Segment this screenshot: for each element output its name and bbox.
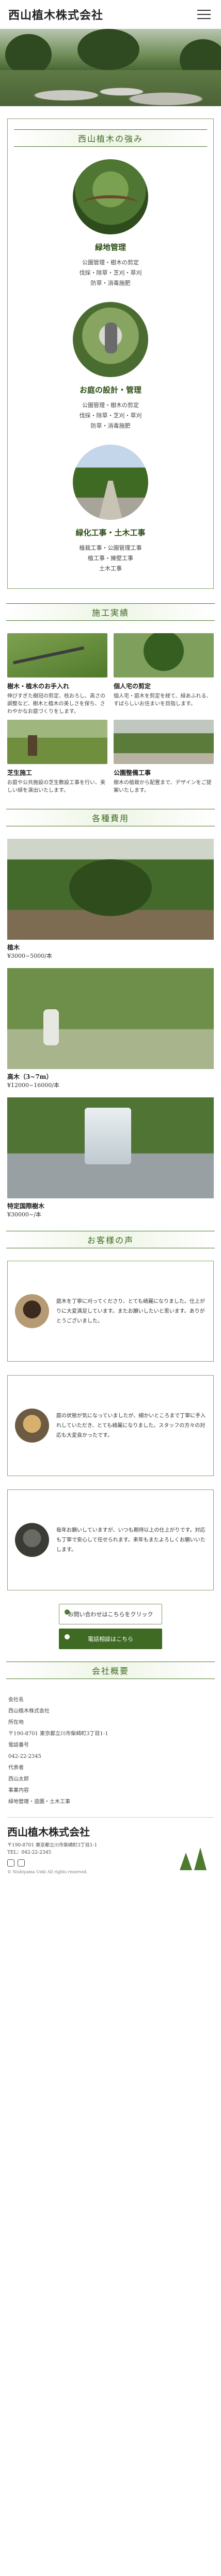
voice-text: 庭の状態が気になっていましたが、細かいところまで丁寧に手入れしていただき、とても… [56, 1413, 206, 1438]
voice-text: 毎年お願いしていますが、いつも期待以上の仕上がりです。対応も丁寧で安心して任せら… [56, 1527, 206, 1553]
voice-item: 庭の状態が気になっていましたが、細かいところまで丁寧に手入れしていただき、とても… [7, 1375, 214, 1476]
cta-area: お問い合わせはこちらをクリック 電話相談はこちら [7, 1604, 214, 1649]
price-title: 特定国際樹木 [7, 1202, 45, 1210]
voices-list: 庭木を丁寧に刈ってくださり、とても綺麗になりました。仕上がりに大変満足しています… [0, 1261, 221, 1590]
price-value: ¥3000~5000/本 [7, 953, 52, 959]
company-row: 緑地管理・造園・土木工事 [8, 1799, 70, 1805]
garden-path-image [73, 445, 148, 520]
strength-line: 植工事・擁壁工事 [88, 555, 133, 562]
company-row: 西山太郎 [8, 1776, 29, 1782]
company-row: 所在地 [8, 1720, 24, 1725]
prices-title: 各種費用 [91, 814, 129, 823]
strength-line: 防草・消毒施肥 [90, 280, 131, 286]
strength-line: 公園管理・樹木の剪定 [82, 259, 139, 266]
strength-line: 伐採・除草・芝刈・草刈 [79, 269, 142, 276]
price-value: ¥12000~16000/本 [7, 1082, 59, 1089]
strength-item: 緑化工事・土木工事 植栽工事・公園管理工事 植工事・擁壁工事 土木工事 [8, 445, 213, 574]
strengths-section: 西山植木の強み 緑地管理 公園管理・樹木の剪定 伐採・除草・芝刈・草刈 防草・消… [7, 118, 214, 589]
work-title: 個人宅の剪定 [114, 683, 151, 690]
voice-item: 庭木を丁寧に刈ってくださり、とても綺麗になりました。仕上がりに大変満足しています… [7, 1261, 214, 1362]
instagram-icon[interactable] [7, 1859, 14, 1867]
strength-line: 植栽工事・公園管理工事 [79, 545, 142, 551]
phone-consult-button[interactable]: 電話相談はこちら [59, 1629, 162, 1649]
section-heading: 施工実績 [6, 603, 215, 621]
work-title: 樹木・植木のお手入れ [7, 683, 70, 690]
work-image [7, 720, 107, 764]
price-title: 植木 [7, 944, 20, 951]
site-logo[interactable]: 西山植木株式会社 [8, 6, 103, 23]
strength-line: 伐採・除草・芝刈・草刈 [79, 412, 142, 419]
section-heading: 会社概要 [6, 1662, 215, 1679]
strength-line: 防草・消毒施肥 [90, 422, 131, 429]
hamburger-menu-icon[interactable] [195, 7, 213, 22]
site-header: 西山植木株式会社 [0, 0, 221, 29]
work-text: 樹木の植栽から配置まで、デザインをご提案いたします。 [114, 780, 212, 793]
garden-bridge-image [73, 159, 148, 234]
strength-title: お庭の設計・管理 [79, 385, 141, 395]
price-value: ¥30000~/本 [7, 1211, 41, 1218]
work-text: お庭や公共施設の芝生敷設工事を行い、美しい緑を演出いたします。 [7, 780, 105, 793]
works-grid: 樹木・植木のお手入れ 伸びすぎた樹冠の剪定、枝おろし、高さの調整など、樹木と植木… [0, 633, 221, 794]
voice-text: 庭木を丁寧に刈ってくださり、とても綺麗になりました。仕上がりに大変満足しています… [56, 1298, 205, 1324]
section-heading: お客様の声 [6, 1231, 215, 1248]
work-item[interactable]: 公園整備工事 樹木の植栽から配置まで、デザインをご提案いたします。 [114, 720, 214, 794]
price-image [7, 1097, 214, 1198]
company-row: 代表者 [8, 1765, 24, 1771]
company-row: 会社名 [8, 1697, 24, 1703]
voice-item: 毎年お願いしていますが、いつも期待以上の仕上がりです。対応も丁寧で安心して任せら… [7, 1489, 214, 1590]
price-image [7, 968, 214, 1069]
site-footer: 西山植木株式会社 〒190-8701 東京都立川市柴崎町3丁目1-1 TEL：0… [7, 1817, 214, 1883]
price-item: 高木（3~7m） ¥12000~16000/本 [7, 968, 214, 1089]
company-row: 電話番号 [8, 1742, 29, 1748]
price-item: 特定国際樹木 ¥30000~/本 [7, 1097, 214, 1218]
footer-logo[interactable]: 西山植木株式会社 [7, 1824, 214, 1839]
section-heading: 各種費用 [6, 809, 215, 826]
work-text: 個人宅・庭木を剪定を経て、緑あふれる、すばらしいお住まいを目指します。 [114, 693, 212, 707]
hero-image [0, 29, 221, 106]
work-text: 伸びすぎた樹冠の剪定、枝おろし、高さの調整など、樹木と植木の美しさを保ち、さわや… [7, 693, 105, 715]
strengths-title: 西山植木の強み [77, 134, 143, 144]
section-heading: 西山植木の強み [14, 129, 207, 147]
company-row: 事業内容 [8, 1788, 29, 1793]
strength-title: 緑化工事・土木工事 [75, 528, 146, 537]
work-title: 公園整備工事 [114, 769, 151, 776]
works-title: 施工実績 [91, 608, 129, 618]
pruning-image [73, 302, 148, 377]
price-item: 植木 ¥3000~5000/本 [7, 839, 214, 960]
price-title: 高木（3~7m） [7, 1073, 53, 1080]
work-item[interactable]: 個人宅の剪定 個人宅・庭木を剪定を経て、緑あふれる、すばらしいお住まいを目指しま… [114, 633, 214, 716]
prices-list: 植木 ¥3000~5000/本 高木（3~7m） ¥12000~16000/本 … [0, 839, 221, 1218]
facebook-icon[interactable] [18, 1859, 25, 1867]
strength-line: 土木工事 [99, 565, 122, 572]
strength-item: 緑地管理 公園管理・樹木の剪定 伐採・除草・芝刈・草刈 防草・消毒施肥 [8, 159, 213, 289]
company-row: 〒190-8701 東京都立川市柴崎町3丁目1-1 [8, 1731, 108, 1737]
avatar [15, 1409, 49, 1443]
price-image [7, 839, 214, 940]
work-image [114, 720, 214, 764]
contact-button[interactable]: お問い合わせはこちらをクリック [59, 1604, 162, 1624]
strength-title: 緑地管理 [94, 243, 126, 252]
voices-title: お客様の声 [87, 1235, 134, 1245]
company-info: 会社名 西山植木株式会社 所在地 〒190-8701 東京都立川市柴崎町3丁目1… [0, 1691, 221, 1817]
work-image [7, 633, 107, 677]
copyright: © Nishiyama Ueki All rights reserved. [7, 1870, 88, 1874]
page: 西山植木株式会社 西山植木の強み 緑地管理 公園管理・樹木の剪定 伐採・除草・芝… [0, 0, 221, 1883]
tree-decoration-icon [180, 1848, 207, 1870]
company-row: 042-22-2345 [8, 1754, 42, 1759]
work-title: 芝生施工 [7, 769, 33, 776]
work-image [114, 633, 214, 677]
avatar [15, 1523, 49, 1557]
strength-line: 公園管理・樹木の剪定 [82, 402, 139, 409]
company-row: 西山植木株式会社 [8, 1708, 50, 1714]
avatar [15, 1294, 49, 1328]
company-title: 会社概要 [91, 1666, 129, 1676]
strength-item: お庭の設計・管理 公園管理・樹木の剪定 伐採・除草・芝刈・草刈 防草・消毒施肥 [8, 302, 213, 431]
work-item[interactable]: 樹木・植木のお手入れ 伸びすぎた樹冠の剪定、枝おろし、高さの調整など、樹木と植木… [7, 633, 107, 716]
work-item[interactable]: 芝生施工 お庭や公共施設の芝生敷設工事を行い、美しい緑を演出いたします。 [7, 720, 107, 794]
